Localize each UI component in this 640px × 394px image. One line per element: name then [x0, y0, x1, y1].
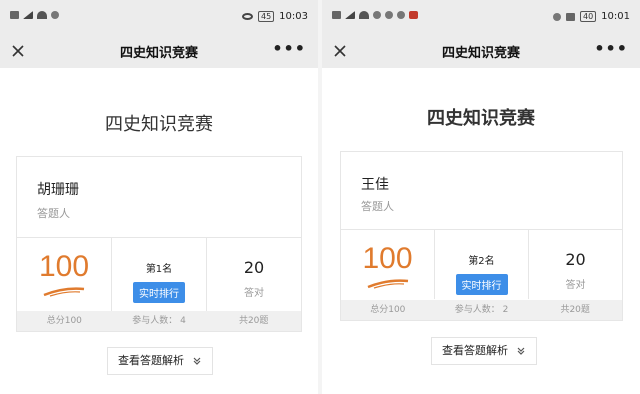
signal-icon: [345, 11, 355, 19]
card-footer: 总分100 参与人数： 4 共20题: [17, 311, 301, 331]
more-icon[interactable]: •••: [272, 41, 306, 57]
app-icon: [409, 11, 418, 19]
score-swoosh-icon: [43, 287, 85, 297]
correct-count: 20: [565, 250, 586, 269]
correct-cell: 20 答对: [207, 238, 301, 312]
rank-cell: 第1名 实时排行: [112, 238, 207, 312]
result-card: 胡珊珊 答题人 100 第1名 实时排行 20 答对 总分100 参与人数： 4: [16, 156, 302, 332]
nav-title: 四史知识竞赛: [441, 46, 520, 61]
user-name: 王佳: [361, 177, 389, 193]
screenshot-left: 45 10:03 四史知识竞赛 ••• 四史知识竞赛 胡珊珊 答题人 100 第…: [0, 0, 318, 394]
correct-count: 20: [243, 258, 265, 277]
card-footer: 总分100 参与人数： 2 共20题: [341, 300, 622, 320]
screenshot-right: 40 10:01 四史知识竞赛 ••• 四史知识竞赛 王佳 答题人 100 第2…: [322, 0, 640, 394]
score-cell: 100: [17, 238, 112, 312]
more-icon[interactable]: •••: [594, 41, 628, 57]
realtime-ranking-button[interactable]: 实时排行: [455, 274, 508, 295]
total-score: 总分100: [46, 316, 82, 326]
battery-icon: 45: [257, 11, 275, 22]
eye-icon: [241, 13, 253, 20]
stats-row: 100 第2名 实时排行 20 答对: [341, 229, 622, 299]
rank-cell: 第2名 实时排行: [435, 230, 529, 299]
participant-count: 参与人数： 4: [132, 316, 186, 326]
view-analysis-button[interactable]: 查看答题解析: [431, 337, 537, 365]
realtime-ranking-button[interactable]: 实时排行: [133, 282, 185, 303]
page-title: 四史知识竞赛: [427, 108, 535, 129]
nav-bar: 四史知识竞赛 •••: [0, 34, 318, 68]
notification-icon: [51, 11, 59, 19]
user-role: 答题人: [361, 200, 394, 213]
status-time: 10:03: [279, 11, 308, 22]
page-title: 四史知识竞赛: [105, 114, 213, 135]
correct-label: 答对: [244, 288, 264, 299]
score-swoosh-icon: [367, 279, 408, 289]
score-value: 100: [38, 250, 90, 283]
result-card: 王佳 答题人 100 第2名 实时排行 20 答对 总分100 参与人数： 2 …: [340, 151, 623, 321]
total-score: 总分100: [370, 305, 406, 315]
vibrate-icon: [565, 12, 575, 21]
user-role: 答题人: [37, 207, 70, 220]
rank-text: 第2名: [468, 256, 495, 267]
participant-count: 参与人数： 2: [454, 305, 509, 315]
nav-title: 四史知识竞赛: [119, 46, 198, 61]
signal-icon: [23, 11, 33, 19]
analysis-button-label: 查看答题解析: [442, 344, 508, 357]
sim-icon: [10, 11, 19, 19]
rank-text: 第1名: [145, 264, 173, 275]
status-bar: 40 10:01: [322, 0, 640, 34]
message-icon: [397, 11, 405, 19]
alarm-icon: [552, 12, 561, 21]
user-name: 胡珊珊: [37, 182, 79, 198]
analysis-button-label: 查看答题解析: [118, 354, 184, 367]
correct-label: 答对: [565, 280, 586, 291]
chevron-down-icon: [193, 357, 201, 365]
status-bar: 45 10:03: [0, 0, 318, 34]
wifi-icon: [359, 11, 369, 19]
stats-row: 100 第1名 实时排行 20 答对: [17, 237, 301, 312]
wifi-icon: [37, 11, 47, 19]
correct-cell: 20 答对: [529, 230, 622, 299]
status-time: 10:01: [601, 11, 630, 22]
app-icon: [385, 11, 393, 19]
total-questions: 共20题: [238, 316, 269, 326]
score-cell: 100: [341, 230, 435, 299]
view-analysis-button[interactable]: 查看答题解析: [107, 347, 213, 375]
chevron-down-icon: [517, 347, 525, 355]
notification-icon: [373, 11, 381, 19]
nav-bar: 四史知识竞赛 •••: [322, 34, 640, 68]
score-value: 100: [362, 242, 413, 275]
sim-icon: [332, 11, 341, 19]
total-questions: 共20题: [560, 305, 590, 315]
battery-icon: 40: [579, 11, 597, 22]
